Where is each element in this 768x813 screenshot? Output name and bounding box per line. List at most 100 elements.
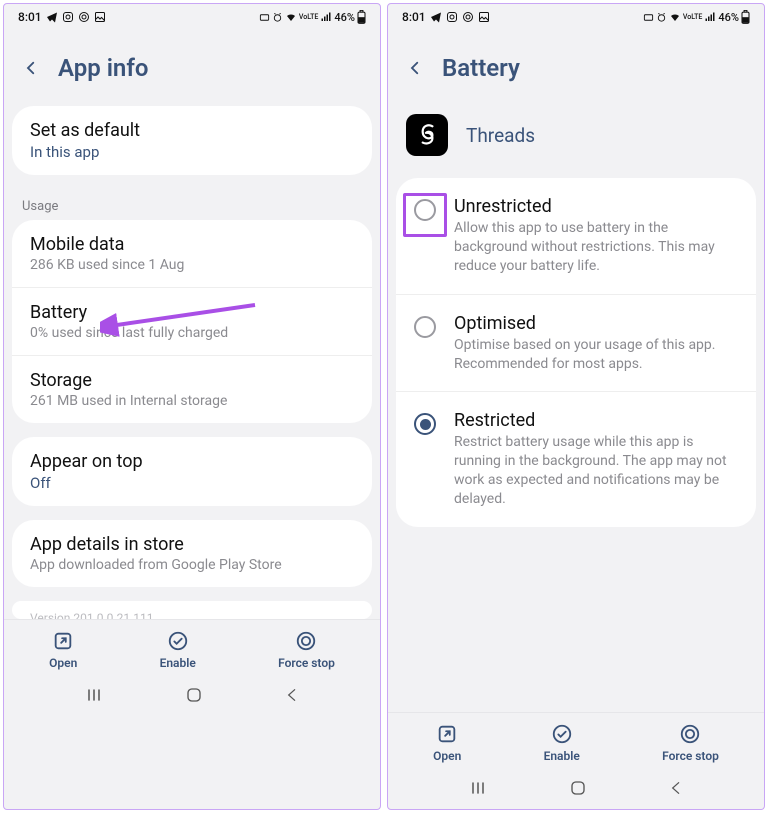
radio-restricted[interactable] xyxy=(414,413,436,435)
card-version-peek: Version 201.0.0.21.111 xyxy=(12,601,372,619)
back-icon[interactable] xyxy=(406,57,424,79)
gallery-icon xyxy=(478,11,490,23)
card-appear: Appear on top Off xyxy=(12,437,372,506)
status-bar: 8:01 VoLTE 46% xyxy=(4,4,380,26)
row-sub: 261 MB used in Internal storage xyxy=(30,393,354,409)
row-battery[interactable]: Battery 0% used since last fully charged xyxy=(12,287,372,355)
radio-optimised[interactable] xyxy=(414,316,436,338)
force-stop-button[interactable]: Force stop xyxy=(278,630,335,670)
enable-icon xyxy=(167,630,189,652)
open-icon xyxy=(436,723,458,745)
nav-home-icon[interactable] xyxy=(185,686,203,704)
row-sub: Off xyxy=(30,474,354,492)
nav-back-icon[interactable] xyxy=(668,780,684,796)
status-time: 8:01 xyxy=(402,10,426,24)
row-mobile-data[interactable]: Mobile data 286 KB used since 1 Aug xyxy=(12,220,372,287)
option-desc: Restrict battery usage while this app is… xyxy=(454,433,738,509)
volte-icon: VoLTE xyxy=(683,14,702,21)
phone-left: 8:01 VoLTE 46% App info Set as default I… xyxy=(3,3,381,810)
open-button[interactable]: Open xyxy=(49,630,77,670)
row-set-as-default[interactable]: Set as default In this app xyxy=(12,106,372,175)
row-title: Appear on top xyxy=(30,451,354,472)
nav-back-icon[interactable] xyxy=(284,687,300,703)
row-appear-on-top[interactable]: Appear on top Off xyxy=(12,437,372,506)
force-stop-icon xyxy=(679,723,701,745)
option-optimised[interactable]: Optimised Optimise based on your usage o… xyxy=(396,294,756,392)
alarm-icon xyxy=(272,12,283,23)
option-title: Unrestricted xyxy=(454,196,738,217)
battery-pct: 46% xyxy=(718,11,739,24)
card-usage: Mobile data 286 KB used since 1 Aug Batt… xyxy=(12,220,372,423)
section-label-usage: Usage xyxy=(4,189,380,220)
card-details: App details in store App downloaded from… xyxy=(12,520,372,587)
threads-app-icon xyxy=(406,114,448,156)
camera-icon xyxy=(78,11,90,23)
force-stop-icon xyxy=(295,630,317,652)
wifi-icon xyxy=(285,11,297,23)
version-text: Version 201.0.0.21.111 xyxy=(30,611,354,619)
row-sub: App downloaded from Google Play Store xyxy=(30,557,354,573)
page-title: App info xyxy=(58,54,148,82)
camera-icon xyxy=(462,11,474,23)
row-title: Storage xyxy=(30,370,354,391)
action-label: Enable xyxy=(160,656,196,670)
card-icon xyxy=(643,12,654,23)
option-desc: Allow this app to use battery in the bac… xyxy=(454,219,738,276)
row-title: Battery xyxy=(30,302,354,323)
status-time: 8:01 xyxy=(18,10,42,24)
volte-icon: VoLTE xyxy=(299,14,318,21)
action-label: Open xyxy=(433,749,461,763)
row-sub: 0% used since last fully charged xyxy=(30,325,354,341)
signal-icon xyxy=(320,11,332,23)
signal-icon xyxy=(704,11,716,23)
action-bar: Open Enable Force stop xyxy=(388,712,764,769)
page-title: Battery xyxy=(442,54,520,82)
row-title: Set as default xyxy=(30,120,354,141)
action-bar: Open Enable Force stop xyxy=(4,619,380,676)
enable-button[interactable]: Enable xyxy=(160,630,196,670)
force-stop-button[interactable]: Force stop xyxy=(662,723,719,763)
row-storage[interactable]: Storage 261 MB used in Internal storage xyxy=(12,355,372,423)
wifi-icon xyxy=(669,11,681,23)
alarm-icon xyxy=(656,12,667,23)
option-title: Optimised xyxy=(454,313,738,334)
phone-right: 8:01 VoLTE 46% Battery Threads xyxy=(387,3,765,810)
telegram-icon xyxy=(46,11,58,23)
instagram-icon xyxy=(62,11,74,23)
radio-unrestricted[interactable] xyxy=(414,199,436,221)
nav-bar xyxy=(4,676,380,716)
page-header: App info xyxy=(4,26,380,106)
card-icon xyxy=(259,12,270,23)
action-label: Open xyxy=(49,656,77,670)
status-bar: 8:01 VoLTE 46% xyxy=(388,4,764,26)
app-name: Threads xyxy=(466,124,535,147)
open-button[interactable]: Open xyxy=(433,723,461,763)
instagram-icon xyxy=(446,11,458,23)
option-desc: Optimise based on your usage of this app… xyxy=(454,336,738,374)
open-icon xyxy=(52,630,74,652)
page-header: Battery xyxy=(388,26,764,106)
enable-button[interactable]: Enable xyxy=(544,723,580,763)
option-restricted[interactable]: Restricted Restrict battery usage while … xyxy=(396,391,756,527)
action-label: Enable xyxy=(544,749,580,763)
nav-recents-icon[interactable] xyxy=(84,687,104,703)
card-default: Set as default In this app xyxy=(12,106,372,175)
option-unrestricted[interactable]: Unrestricted Allow this app to use batte… xyxy=(396,178,756,294)
app-identity: Threads xyxy=(388,106,764,178)
row-app-details[interactable]: App details in store App downloaded from… xyxy=(12,520,372,587)
back-icon[interactable] xyxy=(22,57,40,79)
battery-icon xyxy=(741,10,750,24)
row-title: App details in store xyxy=(30,534,354,555)
row-sub: 286 KB used since 1 Aug xyxy=(30,257,354,273)
action-label: Force stop xyxy=(278,656,335,670)
nav-home-icon[interactable] xyxy=(569,779,587,797)
gallery-icon xyxy=(94,11,106,23)
action-label: Force stop xyxy=(662,749,719,763)
enable-icon xyxy=(551,723,573,745)
option-title: Restricted xyxy=(454,410,738,431)
nav-recents-icon[interactable] xyxy=(468,780,488,796)
row-title: Mobile data xyxy=(30,234,354,255)
row-sub: In this app xyxy=(30,143,354,161)
card-battery-options: Unrestricted Allow this app to use batte… xyxy=(396,178,756,527)
nav-bar xyxy=(388,769,764,809)
